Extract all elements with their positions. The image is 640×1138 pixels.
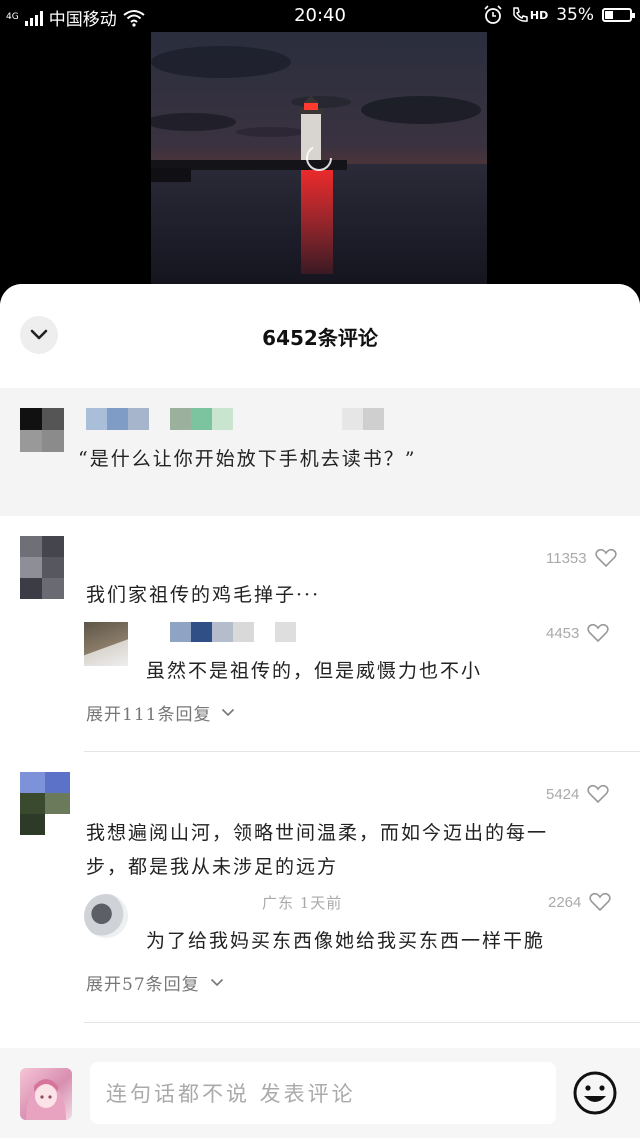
- like-button[interactable]: 11353: [546, 548, 617, 568]
- comment-text: 我们家祖传的鸡毛掸子···: [86, 584, 321, 606]
- like-count: 5424: [546, 785, 580, 803]
- pinned-quote: “是什么让你开始放下手机去读书？”: [78, 448, 417, 470]
- chevron-down-icon: [222, 708, 235, 717]
- meta-redacted: [342, 408, 384, 430]
- like-count: 4453: [546, 624, 580, 642]
- smiley-icon: [573, 1071, 617, 1115]
- video-player[interactable]: [151, 32, 487, 284]
- reply-text: 虽然不是祖传的，但是威慑力也不小: [146, 660, 483, 682]
- avatar[interactable]: [20, 536, 64, 600]
- like-button[interactable]: 4453: [546, 623, 610, 643]
- reply-text: 为了给我妈买东西像她给我买东西一样干脆: [146, 930, 546, 952]
- expand-replies-button[interactable]: 展开111条回复: [86, 700, 235, 725]
- hd-label: HD: [529, 8, 549, 22]
- comments-header: 6452条评论: [0, 284, 640, 388]
- heart-icon: [594, 548, 617, 568]
- heart-icon: [589, 892, 612, 912]
- comments-panel: 6452条评论 “是什么让你开始放下手机去读书？” 11353 我们家祖传的鸡毛…: [0, 284, 640, 1138]
- comment-input[interactable]: 连句话都不说 发表评论: [90, 1062, 556, 1124]
- expand-replies-label: 展开57条回复: [86, 975, 200, 995]
- avatar[interactable]: [20, 772, 70, 836]
- reply-meta: 广东 1天前: [262, 894, 343, 912]
- my-avatar[interactable]: [20, 1068, 72, 1120]
- avatar[interactable]: [84, 622, 128, 666]
- like-button[interactable]: 5424: [546, 784, 610, 804]
- username-redacted[interactable]: [170, 622, 298, 642]
- heart-icon: [587, 784, 610, 804]
- comment-text-line-1: 我想遍阅山河，领略世间温柔，而如今迈出的每一: [86, 822, 549, 844]
- like-button[interactable]: 2264: [548, 892, 612, 912]
- heart-icon: [587, 623, 610, 643]
- like-count: 2264: [548, 893, 582, 911]
- status-bar: 4G 中国移动 20:40 HD 35%: [0, 0, 640, 32]
- alarm-icon: [484, 5, 502, 24]
- avatar[interactable]: [20, 408, 64, 452]
- comment-composer: 连句话都不说 发表评论: [0, 1048, 640, 1138]
- comment-text-line-2: 步，都是我从未涉足的远方: [86, 856, 339, 878]
- volte-call-icon: [513, 7, 528, 22]
- divider: [84, 1022, 640, 1023]
- avatar-art: [26, 1079, 66, 1120]
- pinned-comment[interactable]: “是什么让你开始放下手机去读书？”: [0, 388, 640, 516]
- comment-input-placeholder: 连句话都不说 发表评论: [106, 1082, 356, 1106]
- divider: [84, 751, 640, 752]
- avatar[interactable]: [84, 894, 128, 938]
- chevron-down-icon: [210, 978, 223, 987]
- battery-icon: [602, 8, 635, 22]
- comment-count-title: 6452条评论: [262, 326, 378, 350]
- expand-replies-button[interactable]: 展开57条回复: [86, 970, 224, 995]
- username-redacted[interactable]: [86, 408, 236, 430]
- battery-percent: 35%: [556, 5, 594, 25]
- like-count: 11353: [546, 549, 587, 567]
- emoji-button[interactable]: [572, 1070, 618, 1116]
- expand-replies-label: 展开111条回复: [86, 705, 212, 725]
